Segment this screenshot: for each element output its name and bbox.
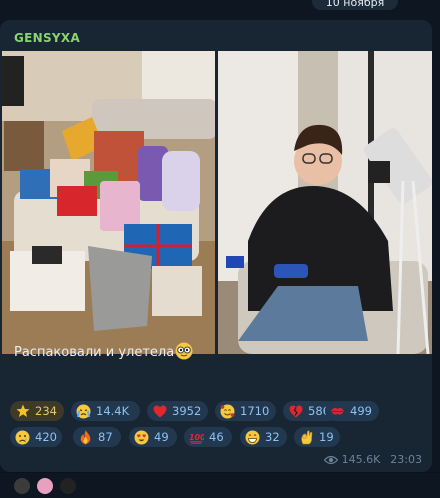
reaction-grinning-face[interactable]: 32 <box>240 427 287 447</box>
reaction-crying-face[interactable]: 14.4K <box>71 401 140 421</box>
star-icon <box>15 404 30 419</box>
reaction-kiss-mark[interactable]: 499 <box>325 401 379 421</box>
avatar[interactable] <box>60 478 77 494</box>
reaction-count: 49 <box>154 430 169 444</box>
hundred-points-icon: 100 <box>189 430 204 445</box>
views-count: 145.6K <box>341 453 381 466</box>
reaction-smiling-face-with-hearts[interactable]: 1710 <box>215 401 276 421</box>
crying-face-icon <box>76 404 91 419</box>
heart-eyes-icon <box>134 430 149 445</box>
post-caption: Распаковали и улетела <box>14 342 193 360</box>
reaction-count: 3952 <box>172 404 202 418</box>
reaction-count: 1710 <box>240 404 270 418</box>
caption-text: Распаковали и улетела <box>14 345 175 360</box>
fire-icon <box>78 430 93 445</box>
reaction-fire[interactable]: 87 <box>73 427 121 447</box>
reaction-count: 87 <box>98 430 113 444</box>
reactions-row-1: 234 14.4K 3952 1710 586 499 <box>10 401 430 427</box>
face-with-glasses-emoji <box>175 342 193 360</box>
reactions-row-2: 420 87 49 100 46 32 19 <box>10 427 430 453</box>
kiss-mark-icon <box>330 404 345 419</box>
sad-face-icon <box>15 430 30 445</box>
date-separator: 10 ноября <box>312 0 398 10</box>
svg-text:100: 100 <box>189 432 204 441</box>
smiling-face-with-hearts-icon <box>220 404 235 419</box>
avatar[interactable] <box>37 478 54 494</box>
channel-post: GENSYXA Распаковали и улетела 234 14.4K … <box>0 20 432 472</box>
reaction-count: 19 <box>319 430 334 444</box>
reaction-count: 420 <box>35 430 57 444</box>
red-heart-icon <box>152 404 167 419</box>
reaction-heart-eyes[interactable]: 49 <box>129 427 177 447</box>
message-divider <box>0 472 440 473</box>
post-time: 23:03 <box>390 453 422 466</box>
reaction-count: 32 <box>265 430 280 444</box>
eye-icon <box>323 455 338 465</box>
next-message-avatars <box>14 478 78 494</box>
photo-gifts[interactable] <box>2 51 215 354</box>
post-sender-name[interactable]: GENSYXA <box>14 31 80 45</box>
reaction-count: 499 <box>350 404 372 418</box>
reaction-count: 46 <box>209 430 224 444</box>
reaction-hundred-points[interactable]: 100 46 <box>184 427 232 447</box>
photo-person[interactable] <box>218 51 432 354</box>
avatar[interactable] <box>14 478 30 494</box>
reaction-count: 234 <box>35 404 57 418</box>
post-meta: 145.6K 23:03 <box>323 453 422 466</box>
reaction-red-heart[interactable]: 3952 <box>147 401 208 421</box>
reactions-bar: 234 14.4K 3952 1710 586 499 420 87 49 10… <box>10 401 430 453</box>
reaction-star[interactable]: 234 <box>10 401 64 421</box>
reaction-sad-face[interactable]: 420 <box>10 427 62 447</box>
ok-hand-icon <box>299 430 314 445</box>
broken-heart-icon <box>288 404 303 419</box>
reaction-ok-hand[interactable]: 19 <box>294 427 340 447</box>
grinning-face-icon <box>245 430 260 445</box>
reaction-count: 14.4K <box>96 404 130 418</box>
